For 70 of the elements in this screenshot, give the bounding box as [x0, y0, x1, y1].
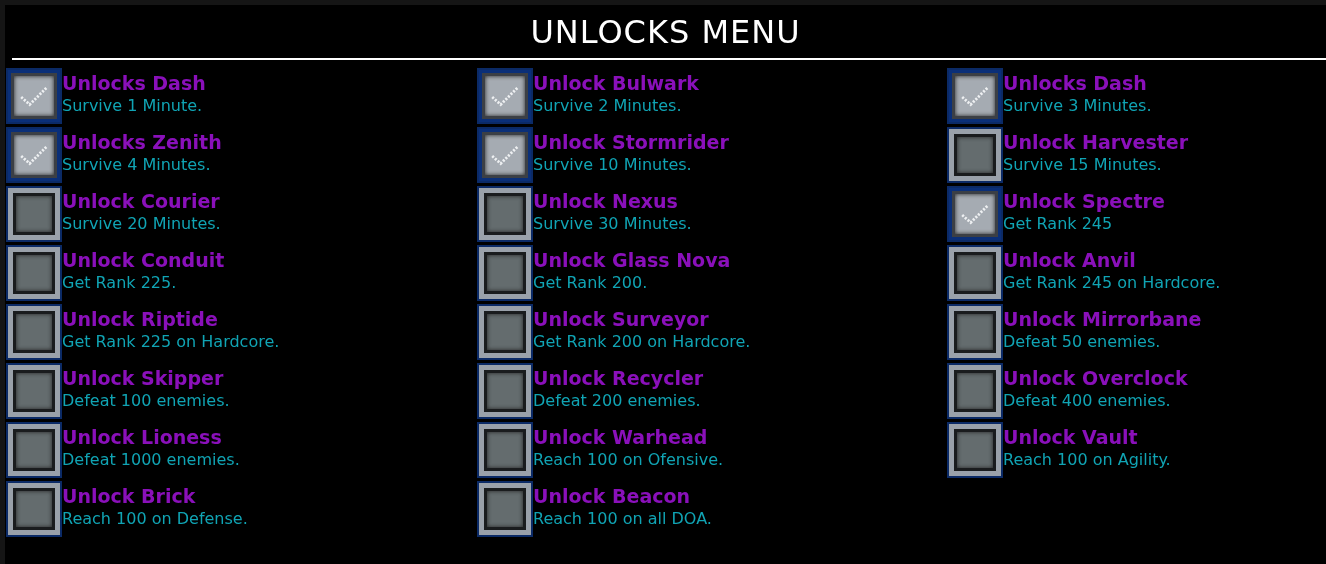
- unlock-name: Unlock Spectre: [1003, 189, 1165, 213]
- unlock-requirement: Get Rank 225.: [62, 272, 178, 294]
- checkbox[interactable]: [6, 245, 62, 301]
- unlock-name: Unlock Beacon: [533, 484, 692, 508]
- unlock-requirement: Survive 20 Minutes.: [62, 213, 221, 235]
- unlock-name: Unlock Riptide: [62, 307, 219, 331]
- checkbox[interactable]: [947, 422, 1003, 478]
- unlock-requirement: Survive 3 Minutes.: [1003, 95, 1152, 117]
- unlock-name: Unlock Overclock: [1003, 366, 1188, 390]
- unlock-requirement: Survive 1 Minute.: [62, 95, 204, 117]
- checkbox[interactable]: [6, 127, 62, 183]
- unlock-name: Unlock Skipper: [62, 366, 225, 390]
- unlock-name: Unlock Lioness: [62, 425, 223, 449]
- checkbox[interactable]: [6, 68, 62, 124]
- unlock-name: Unlock Brick: [62, 484, 197, 508]
- unlock-name: Unlock Harvester: [1003, 130, 1189, 154]
- unlock-name: Unlock Recycler: [533, 366, 704, 390]
- unlock-requirement: Survive 15 Minutes.: [1003, 154, 1163, 176]
- checkbox[interactable]: [947, 363, 1003, 419]
- checkbox[interactable]: [6, 363, 62, 419]
- unlock-name: Unlock Bulwark: [533, 71, 699, 95]
- checkbox[interactable]: [947, 304, 1003, 360]
- unlock-name: Unlock Anvil: [1003, 248, 1137, 272]
- unlock-name: Unlock Conduit: [62, 248, 225, 272]
- unlock-name: Unlocks Dash: [62, 71, 206, 95]
- checkbox[interactable]: [477, 68, 533, 124]
- checkbox[interactable]: [947, 68, 1003, 124]
- unlock-name: Unlock Surveyor: [533, 307, 710, 331]
- unlock-requirement: Defeat 1000 enemies.: [62, 449, 240, 471]
- checkbox[interactable]: [6, 186, 62, 242]
- unlock-name: Unlock Glass Nova: [533, 248, 731, 272]
- menu-title: UNLOCKS MENU: [529, 12, 802, 52]
- unlock-requirement: Reach 100 on Agility.: [1003, 449, 1171, 471]
- unlock-requirement: Defeat 100 enemies.: [62, 390, 230, 412]
- unlock-name: Unlock Stormrider: [533, 130, 729, 154]
- unlock-requirement: Survive 4 Minutes.: [62, 154, 212, 176]
- checkbox[interactable]: [6, 304, 62, 360]
- unlock-requirement: Defeat 400 enemies.: [1003, 390, 1172, 412]
- checkbox[interactable]: [477, 127, 533, 183]
- unlock-name: Unlock Mirrorbane: [1003, 307, 1202, 331]
- unlock-name: Unlocks Zenith: [62, 130, 222, 154]
- unlock-requirement: Reach 100 on all DOA.: [533, 508, 712, 530]
- unlock-requirement: Survive 2 Minutes.: [533, 95, 683, 117]
- unlock-requirement: Reach 100 on Defense.: [62, 508, 248, 530]
- unlock-requirement: Get Rank 245: [1003, 213, 1114, 235]
- checkbox[interactable]: [477, 481, 533, 537]
- checkbox[interactable]: [477, 304, 533, 360]
- unlock-requirement: Defeat 200 enemies.: [533, 390, 702, 412]
- checkbox[interactable]: [947, 186, 1003, 242]
- unlock-requirement: Get Rank 200.: [533, 272, 649, 294]
- unlock-name: Unlock Vault: [1003, 425, 1139, 449]
- checkbox[interactable]: [477, 245, 533, 301]
- checkbox[interactable]: [477, 186, 533, 242]
- unlock-requirement: Survive 10 Minutes.: [533, 154, 693, 176]
- unlock-requirement: Get Rank 200 on Hardcore.: [533, 331, 751, 353]
- unlock-requirement: Get Rank 245 on Hardcore.: [1003, 272, 1221, 294]
- unlock-requirement: Reach 100 on Ofensive.: [533, 449, 724, 471]
- unlock-name: Unlock Courier: [62, 189, 221, 213]
- checkbox[interactable]: [477, 422, 533, 478]
- unlock-name: Unlock Nexus: [533, 189, 679, 213]
- checkbox[interactable]: [947, 127, 1003, 183]
- checkbox[interactable]: [6, 481, 62, 537]
- unlock-requirement: Get Rank 225 on Hardcore.: [62, 331, 280, 353]
- unlock-name: Unlocks Dash: [1003, 71, 1148, 95]
- checkbox[interactable]: [947, 245, 1003, 301]
- checkbox[interactable]: [6, 422, 62, 478]
- unlock-requirement: Defeat 50 enemies.: [1003, 331, 1162, 353]
- unlock-requirement: Survive 30 Minutes.: [533, 213, 692, 235]
- checkbox[interactable]: [477, 363, 533, 419]
- unlock-name: Unlock Warhead: [533, 425, 709, 449]
